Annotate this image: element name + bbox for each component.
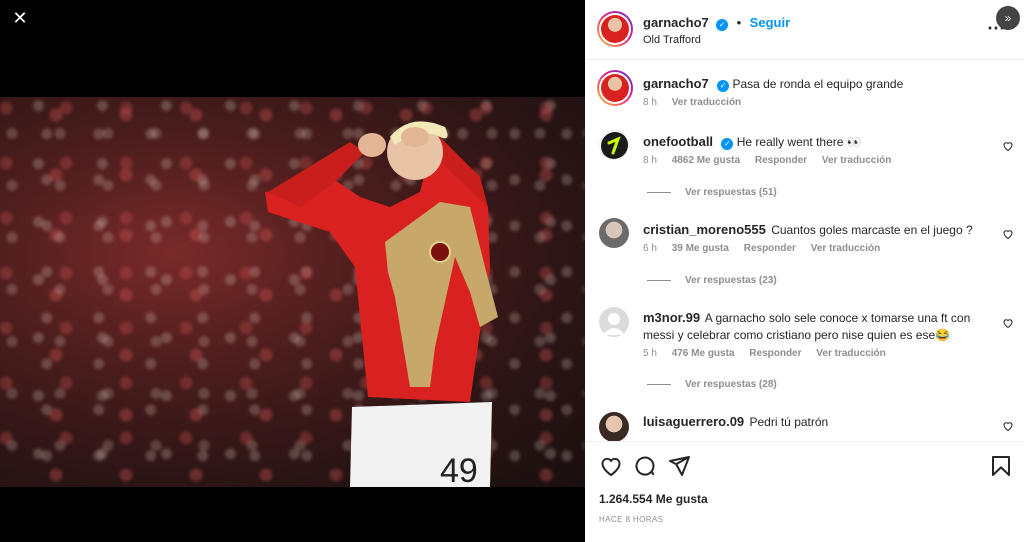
comment-username[interactable]: cristian_moreno555 [643, 222, 766, 237]
comment-username[interactable]: luisaguerrero.09 [643, 414, 744, 429]
comment-time: 8 h [643, 155, 657, 166]
media-pane: ✕ 49 [0, 0, 585, 542]
view-replies-button[interactable]: Ver respuestas (23) [647, 275, 777, 286]
comment-likes[interactable]: 39 Me gusta [672, 243, 729, 254]
replies-line [647, 383, 671, 385]
post-actions: 1.264.554 Me gusta HACE 8 HORAS [585, 441, 1024, 542]
player-figure: 49 [265, 121, 498, 487]
separator-dot: • [736, 15, 742, 30]
replies-line [647, 191, 671, 193]
follow-button[interactable]: Seguir [750, 15, 790, 30]
view-replies-button[interactable]: Ver respuestas (51) [647, 187, 777, 198]
comment-time: 6 h [643, 243, 657, 254]
caption-time: 8 h [643, 97, 657, 108]
comment-avatar[interactable] [599, 412, 629, 442]
comment-avatar[interactable] [599, 307, 629, 337]
caption-translate-link[interactable]: Ver traducción [672, 97, 741, 108]
translate-link[interactable]: Ver traducción [811, 243, 880, 254]
comment-time: 5 h [643, 348, 657, 359]
like-comment-heart-icon[interactable] [1002, 228, 1014, 240]
default-avatar-icon [603, 313, 625, 335]
like-comment-heart-icon[interactable] [1002, 420, 1014, 432]
view-replies-label: Ver respuestas (28) [685, 379, 777, 390]
reply-button[interactable]: Responder [744, 243, 796, 254]
author-username[interactable]: garnacho7 [643, 15, 709, 30]
like-heart-icon[interactable] [599, 454, 623, 478]
comment-username[interactable]: m3nor.99 [643, 310, 700, 325]
share-paperplane-icon[interactable] [667, 454, 691, 478]
post-viewer: ✕ 49 garnacho7 ✓ • Seguir Old Trafford ⋯… [0, 0, 1024, 542]
onefootball-logo-icon [601, 132, 628, 159]
save-bookmark-icon[interactable] [989, 454, 1013, 478]
translate-link[interactable]: Ver traducción [822, 155, 891, 166]
view-replies-label: Ver respuestas (23) [685, 275, 777, 286]
close-icon[interactable]: ✕ [10, 8, 30, 28]
comment-username[interactable]: onefootball [643, 134, 713, 149]
comment-bubble-icon[interactable] [633, 454, 657, 478]
caption-avatar[interactable] [597, 70, 633, 106]
post-timestamp: HACE 8 HORAS [599, 515, 664, 524]
caption-text: Pasa de ronda el equipo grande [732, 77, 904, 91]
location-link[interactable]: Old Trafford [643, 34, 701, 46]
svg-text:49: 49 [440, 452, 478, 487]
replies-line [647, 279, 671, 281]
comment-text: He really went there 👀 [736, 135, 862, 149]
reply-button[interactable]: Responder [749, 348, 801, 359]
reply-button[interactable]: Responder [755, 155, 807, 166]
post-header: garnacho7 ✓ • Seguir Old Trafford ⋯ » [585, 0, 1024, 60]
view-replies-button[interactable]: Ver respuestas (28) [647, 379, 777, 390]
comment-avatar[interactable] [599, 130, 629, 160]
post-photo[interactable]: 49 [0, 97, 585, 487]
translate-link[interactable]: Ver traducción [816, 348, 885, 359]
verified-icon: ✓ [721, 138, 734, 150]
comment-avatar[interactable] [599, 218, 629, 248]
verified-icon: ✓ [717, 80, 730, 92]
comment-text: Pedri tú patrón [749, 415, 829, 429]
like-comment-heart-icon[interactable] [1002, 317, 1014, 329]
comment-likes[interactable]: 476 Me gusta [672, 348, 735, 359]
like-comment-heart-icon[interactable] [1002, 140, 1014, 152]
post-likes-count[interactable]: 1.264.554 Me gusta [599, 492, 708, 506]
comments-panel: garnacho7 ✓ • Seguir Old Trafford ⋯ » ga… [585, 0, 1024, 542]
comment-likes[interactable]: 4862 Me gusta [672, 155, 740, 166]
caption-username[interactable]: garnacho7 [643, 76, 709, 91]
comment-text: Cuantos goles marcaste en el juego ? [771, 223, 973, 237]
verified-icon: ✓ [716, 19, 729, 31]
view-replies-label: Ver respuestas (51) [685, 187, 777, 198]
next-post-icon[interactable]: » [996, 6, 1020, 30]
author-avatar[interactable] [597, 11, 633, 47]
